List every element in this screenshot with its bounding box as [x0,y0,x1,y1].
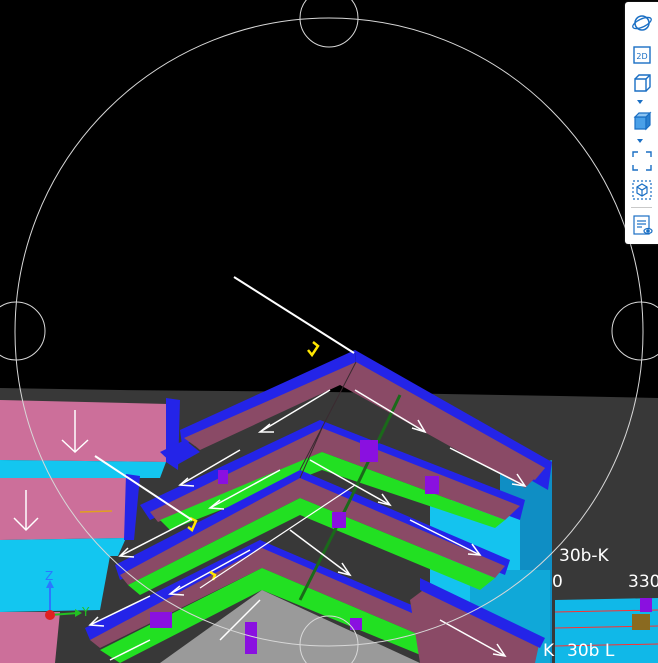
view-2d-icon[interactable]: 2D [629,42,654,67]
orbit-handle-top[interactable] [299,0,359,48]
orbit-icon[interactable] [629,10,654,35]
view-properties-icon[interactable] [629,212,654,237]
grid-label: 330 [628,572,658,592]
view-cube-icon[interactable] [629,177,654,202]
axis-y-label: Y [82,605,90,619]
shading-dropdown-caret-icon[interactable] [637,139,643,143]
axis-z-label: Z [45,569,54,583]
view-toolbar: 2D [625,2,658,244]
orbit-handle-left[interactable] [0,301,46,361]
grid-label: K [543,641,555,661]
grid-label: 30b L [567,641,615,661]
view-dropdown-caret-icon[interactable] [637,100,643,104]
svg-text:2D: 2D [636,52,647,61]
view-ray-line [233,276,355,354]
fit-extents-icon[interactable] [629,148,654,173]
shaded-view-icon[interactable] [629,108,654,133]
view-3d-icon[interactable] [629,70,654,95]
grid-label: 30b-K [559,546,609,566]
grid-label: 0 [552,572,563,592]
toolbar-divider [631,207,652,208]
orbit-handle-right[interactable] [611,301,658,361]
